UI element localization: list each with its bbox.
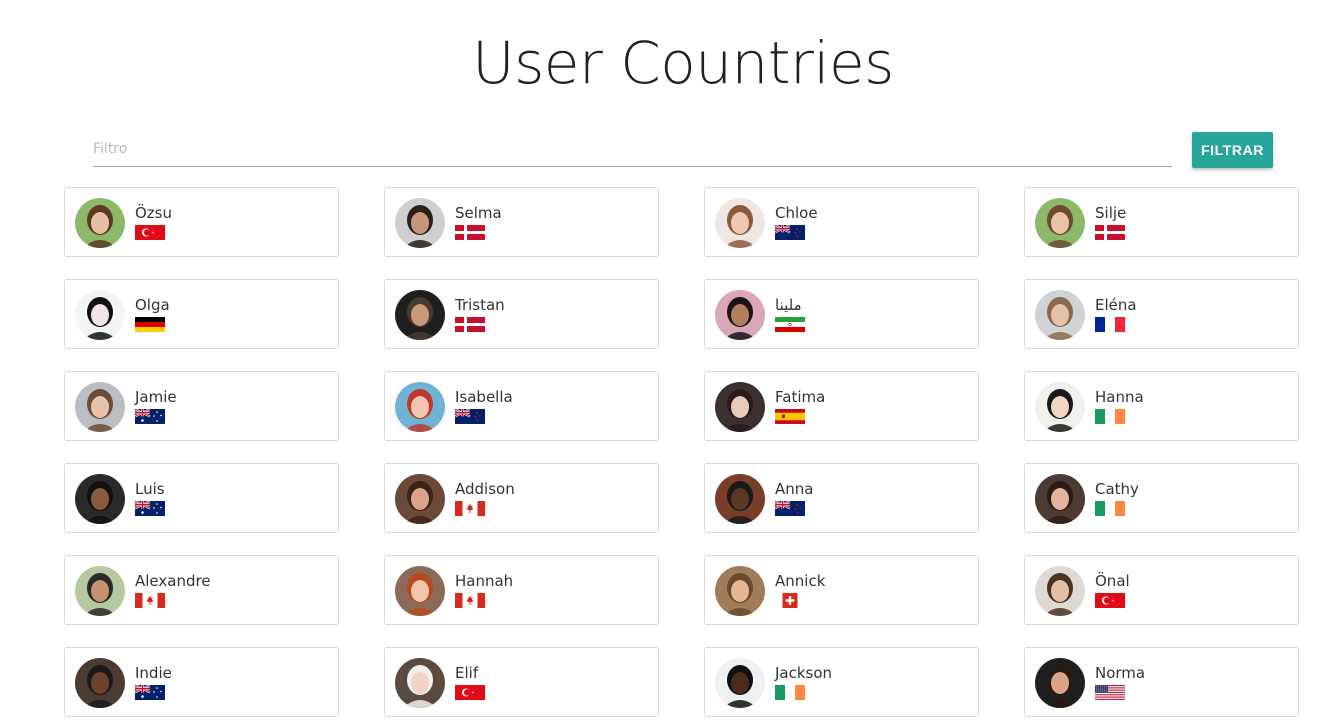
user-card[interactable]: Addison [384,463,659,533]
user-card[interactable]: Jackson [704,647,979,717]
avatar [1035,290,1085,340]
dk-flag-icon [455,225,485,240]
avatar [715,474,765,524]
es-flag-icon [775,409,805,424]
tr-flag-icon [135,225,165,240]
avatar [395,290,445,340]
avatar [1035,566,1085,616]
user-card[interactable]: Eléna [1024,279,1299,349]
user-name: Annick [775,572,826,590]
user-card[interactable]: Chloe [704,187,979,257]
user-card[interactable]: Hanna [1024,371,1299,441]
user-name: Cathy [1095,480,1139,498]
user-name: Jackson [775,664,833,682]
user-card[interactable]: Cathy [1024,463,1299,533]
au-flag-icon [135,501,165,516]
user-card[interactable]: Selma [384,187,659,257]
user-name: Silje [1095,204,1127,222]
user-card[interactable]: Indie [64,647,339,717]
user-card-grid: Özsu Selma Chloe Silje Olga Tristan ملين… [0,0,1332,727]
tr-flag-icon [455,685,485,700]
user-card[interactable]: Annick [704,555,979,625]
user-name: Tristan [455,296,505,314]
avatar [715,658,765,708]
user-name: Jamie [135,388,177,406]
user-card[interactable]: Olga [64,279,339,349]
user-card[interactable]: Norma [1024,647,1299,717]
nz-flag-icon [455,409,485,424]
avatar [715,198,765,248]
au-flag-icon [135,409,165,424]
user-name: Olga [135,296,170,314]
dk-flag-icon [1095,225,1125,240]
user-name: Selma [455,204,502,222]
user-name: Luis [135,480,165,498]
nz-flag-icon [775,225,805,240]
avatar [395,382,445,432]
user-name: Isabella [455,388,513,406]
user-name: Hanna [1095,388,1144,406]
user-name: Anna [775,480,814,498]
fr-flag-icon [1095,317,1125,332]
us-flag-icon [1095,685,1125,700]
ca-flag-icon [455,501,485,516]
user-card[interactable]: Isabella [384,371,659,441]
avatar [75,566,125,616]
nz-flag-icon [775,501,805,516]
user-name: Chloe [775,204,818,222]
user-card[interactable]: Özsu [64,187,339,257]
avatar [715,566,765,616]
dk-flag-icon [455,317,485,332]
user-name: Norma [1095,664,1146,682]
avatar [1035,474,1085,524]
user-card[interactable]: Fatima [704,371,979,441]
user-card[interactable]: Elif [384,647,659,717]
avatar [75,290,125,340]
user-name: Önal [1095,572,1130,590]
user-card[interactable]: Silje [1024,187,1299,257]
ir-flag-icon [775,317,805,332]
user-name: Hannah [455,572,514,590]
user-name: Elif [455,664,479,682]
user-card[interactable]: Luis [64,463,339,533]
user-name: Eléna [1095,296,1137,314]
avatar [1035,382,1085,432]
avatar [75,658,125,708]
user-card[interactable]: Önal [1024,555,1299,625]
user-card[interactable]: ملينا [704,279,979,349]
avatar [395,566,445,616]
avatar [75,198,125,248]
user-name: Fatima [775,388,826,406]
user-name: Özsu [135,204,173,222]
user-card[interactable]: Hannah [384,555,659,625]
avatar [1035,658,1085,708]
ca-flag-icon [455,593,485,608]
user-card[interactable]: Tristan [384,279,659,349]
avatar [75,474,125,524]
user-card[interactable]: Anna [704,463,979,533]
ie-flag-icon [1095,501,1125,516]
user-name: Alexandre [135,572,211,590]
user-name: ملينا [775,296,802,314]
ch-flag-icon [775,593,805,608]
avatar [1035,198,1085,248]
avatar [395,198,445,248]
ca-flag-icon [135,593,165,608]
de-flag-icon [135,317,165,332]
avatar [715,290,765,340]
user-card[interactable]: Alexandre [64,555,339,625]
user-name: Indie [135,664,172,682]
avatar [395,474,445,524]
avatar [715,382,765,432]
au-flag-icon [135,685,165,700]
ie-flag-icon [775,685,805,700]
user-card[interactable]: Jamie [64,371,339,441]
user-name: Addison [455,480,515,498]
ie-flag-icon [1095,409,1125,424]
avatar [395,658,445,708]
tr-flag-icon [1095,593,1125,608]
avatar [75,382,125,432]
